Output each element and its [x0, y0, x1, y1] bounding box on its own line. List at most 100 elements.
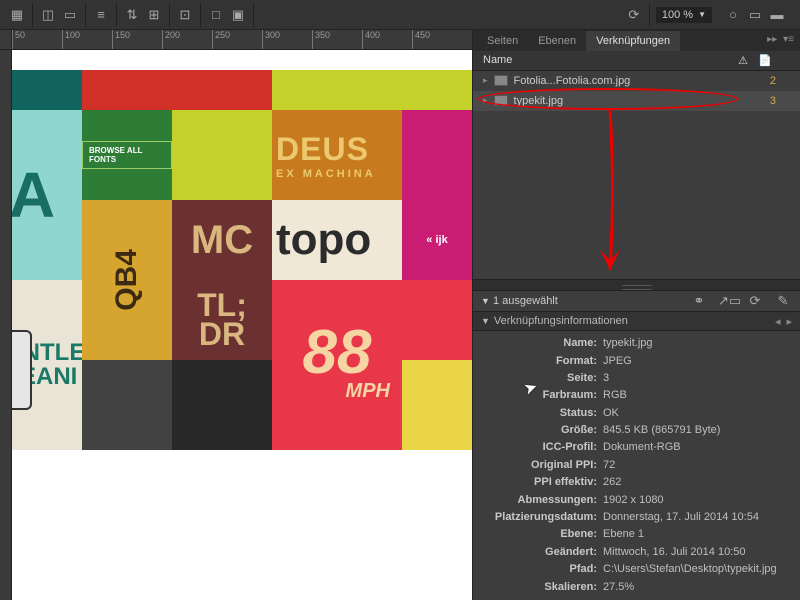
info-value: 262 [603, 475, 621, 490]
refresh-icon[interactable]: ⟳ [625, 6, 643, 24]
link-count: 3 [756, 95, 776, 107]
document-canvas[interactable]: A BROWSE ALL FONTS DEUSEX MACHINA QB4 MC… [12, 50, 472, 600]
status-dot [782, 97, 790, 105]
screen-icon[interactable]: ▭ [746, 6, 764, 24]
info-key: Platzierungsdatum: [473, 510, 603, 525]
info-value: 72 [603, 458, 615, 473]
info-value: RGB [603, 388, 627, 403]
links-list[interactable]: ▸Fotolia...Fotolia.com.jpg2▸typekit.jpg3 [473, 71, 800, 279]
info-key: Abmessungen: [473, 493, 603, 508]
tab-layers[interactable]: Ebenen [528, 31, 586, 51]
tile-topo: topo [272, 200, 402, 280]
link-count: 2 [756, 75, 776, 87]
info-key: Status: [473, 406, 603, 421]
next-icon[interactable]: ▸ [786, 315, 792, 328]
tool-icon[interactable]: ⊞ [145, 6, 163, 24]
tab-pages[interactable]: Seiten [477, 31, 528, 51]
panel-toolbar: ▼ 1 ausgewählt ⚭ ↗▭ ⟳ ✎ [473, 291, 800, 311]
info-key: Pfad: [473, 562, 603, 577]
info-row: PPI effektiv:262 [473, 474, 796, 491]
tile-tldr: TL;DR [172, 280, 272, 360]
info-value: Ebene 1 [603, 527, 644, 542]
info-value: Donnerstag, 17. Juli 2014 10:54 [603, 510, 759, 525]
ruler-corner [0, 30, 12, 50]
warning-col-icon[interactable]: ⚠ [732, 54, 754, 67]
info-key: Format: [473, 354, 603, 369]
tool-icon[interactable]: ▦ [8, 6, 26, 24]
info-value: 27.5% [603, 580, 634, 595]
tile-badge: NO [12, 330, 32, 410]
tile-deus: DEUSEX MACHINA [272, 110, 402, 200]
info-header[interactable]: ▼ Verknüpfungsinformationen ◂ ▸ [473, 311, 800, 331]
spacer [776, 54, 790, 67]
name-column[interactable]: Name [483, 54, 732, 67]
info-row: Farbraum:RGB [473, 387, 796, 404]
info-title: Verknüpfungsinformationen [494, 315, 628, 327]
tile-ijk: « ijk [402, 200, 472, 280]
info-key: ICC-Profil: [473, 440, 603, 455]
tile-qb4: QB4 [82, 200, 172, 360]
info-value: 845.5 KB (865791 Byte) [603, 423, 720, 438]
prev-icon[interactable]: ◂ [775, 315, 781, 328]
view-icon[interactable]: ○ [724, 6, 742, 24]
disclosure-icon[interactable]: ▸ [483, 95, 488, 106]
disclosure-icon[interactable]: ▸ [483, 75, 488, 86]
links-panel: Seiten Ebenen Verknüpfungen ▸▸▾≡ Name ⚠ … [472, 30, 800, 600]
ruler-horizontal: 50100150200250300350400450 [12, 30, 472, 50]
tab-links[interactable]: Verknüpfungen [586, 31, 680, 51]
tool-icon[interactable]: ▣ [229, 6, 247, 24]
info-row: Original PPI:72 [473, 457, 796, 474]
info-value: Dokument-RGB [603, 440, 681, 455]
info-value: typekit.jpg [603, 336, 653, 351]
info-value: Mittwoch, 16. Juli 2014 10:50 [603, 545, 745, 560]
panel-splitter[interactable] [473, 279, 800, 291]
info-key: Seite: [473, 371, 603, 386]
info-row: Skalieren:27.5% [473, 579, 796, 596]
thumbnail-icon [494, 75, 508, 86]
info-key: PPI effektiv: [473, 475, 603, 490]
info-value: 3 [603, 371, 609, 386]
selection-count: 1 ausgewählt [493, 295, 558, 307]
update-icon[interactable]: ⟳ [746, 293, 764, 309]
panel-menu-icon[interactable]: ▾≡ [783, 34, 794, 45]
tile-mc: MC [172, 200, 272, 280]
edit-icon[interactable]: ✎ [774, 293, 792, 309]
info-value: 1902 x 1080 [603, 493, 664, 508]
info-key: Größe: [473, 423, 603, 438]
tool-icon[interactable]: ▭ [61, 6, 79, 24]
relink-icon[interactable]: ⚭ [690, 293, 708, 309]
info-key: Geändert: [473, 545, 603, 560]
list-header: Name ⚠ 📄 [473, 51, 800, 71]
page-col-icon[interactable]: 📄 [754, 54, 776, 67]
tool-icon[interactable]: ≡ [92, 6, 110, 24]
info-row: Platzierungsdatum:Donnerstag, 17. Juli 2… [473, 509, 796, 526]
zoom-indicator[interactable]: 100 %▼ [656, 7, 712, 23]
tool-icon[interactable]: ◫ [39, 6, 57, 24]
expand-icon[interactable]: ▸▸ [767, 34, 777, 45]
tool-icon[interactable]: ⊡ [176, 6, 194, 24]
disclosure-icon[interactable]: ▼ [481, 316, 490, 326]
info-row: Geändert:Mittwoch, 16. Juli 2014 10:50 [473, 544, 796, 561]
tool-icon[interactable]: □ [207, 6, 225, 24]
link-row[interactable]: ▸Fotolia...Fotolia.com.jpg2 [473, 71, 800, 91]
arrange-icon[interactable]: ⇅ [123, 6, 141, 24]
panel-tabs: Seiten Ebenen Verknüpfungen ▸▸ ▾≡ [473, 30, 800, 51]
screen-icon[interactable]: ▬ [768, 6, 786, 24]
link-row[interactable]: ▸ typekit.jpg 3 [473, 91, 800, 111]
info-value: C:\Users\Stefan\Desktop\typekit.jpg [603, 562, 777, 577]
info-row: ICC-Profil:Dokument-RGB [473, 439, 796, 456]
tile-a: A [12, 110, 82, 280]
info-key: Original PPI: [473, 458, 603, 473]
info-key: Skalieren: [473, 580, 603, 595]
goto-icon[interactable]: ↗▭ [718, 293, 736, 309]
placed-image[interactable]: A BROWSE ALL FONTS DEUSEX MACHINA QB4 MC… [12, 70, 472, 500]
link-filename: typekit.jpg [514, 95, 750, 107]
ruler-vertical [0, 50, 12, 600]
info-value: JPEG [603, 354, 632, 369]
info-key: Ebene: [473, 527, 603, 542]
thumbnail-icon [494, 95, 508, 106]
info-value: OK [603, 406, 619, 421]
info-row: Status:OK [473, 405, 796, 422]
info-row: Pfad:C:\Users\Stefan\Desktop\typekit.jpg [473, 561, 796, 578]
info-row: Abmessungen:1902 x 1080 [473, 492, 796, 509]
